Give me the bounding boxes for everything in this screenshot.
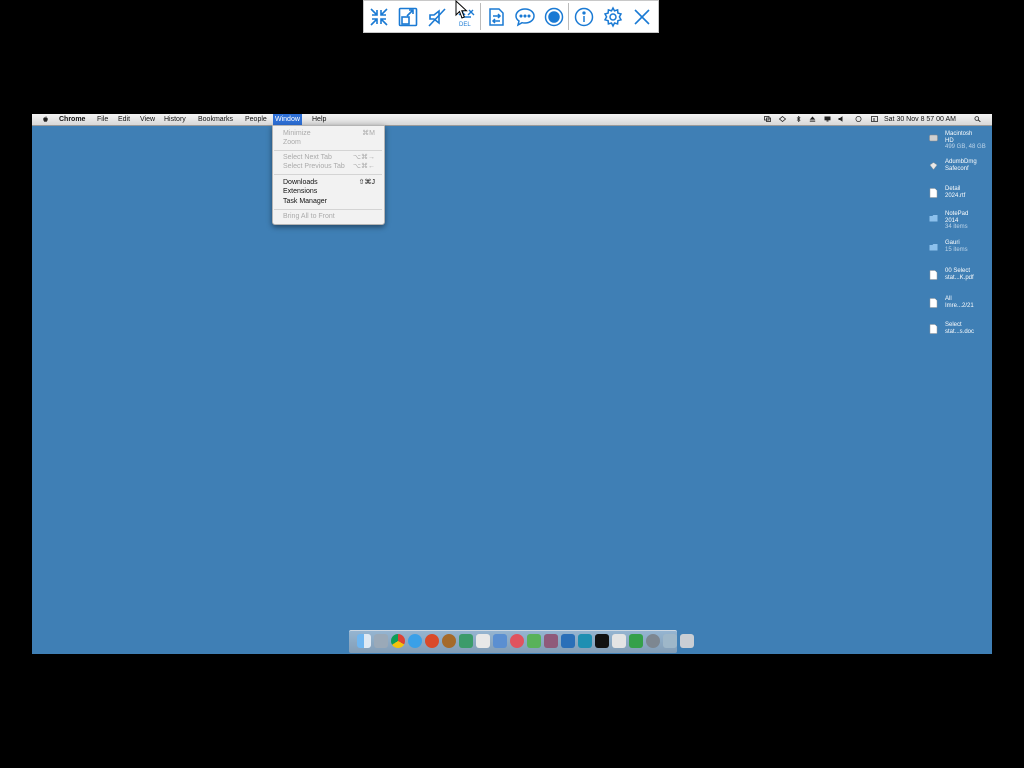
desktop-icon-adumbdmg[interactable]: AdumbDmg Safeconf	[929, 159, 989, 181]
dock-app-safari-icon[interactable]	[408, 634, 422, 648]
document-icon	[929, 188, 938, 198]
menu-item-bring-all-to-front[interactable]: Bring All to Front	[283, 212, 375, 221]
menu-item-downloads[interactable]: Downloads ⇧⌘J	[283, 178, 375, 187]
menu-item-extensions[interactable]: Extensions	[283, 187, 375, 196]
menu-separator	[274, 150, 382, 151]
mute-button[interactable]	[422, 0, 451, 33]
eject-icon[interactable]	[809, 116, 816, 122]
menu-help[interactable]: Help	[310, 114, 328, 125]
menu-history[interactable]: History	[162, 114, 188, 125]
settings-button[interactable]	[598, 0, 627, 33]
dock	[349, 630, 694, 653]
menu-item-minimize[interactable]: Minimize ⌘M	[283, 129, 375, 138]
folder-icon	[929, 244, 938, 251]
dock-app-scrubber-icon[interactable]	[442, 634, 456, 648]
menu-people[interactable]: People	[243, 114, 269, 125]
dock-app-itunes-icon[interactable]	[544, 634, 558, 648]
chat-button[interactable]	[510, 0, 539, 33]
menu-item-task-manager[interactable]: Task Manager	[283, 197, 375, 206]
screen-mirror-icon[interactable]	[764, 116, 771, 122]
menu-item-zoom[interactable]: Zoom	[283, 138, 375, 147]
dock-app-finder-icon[interactable]	[357, 634, 371, 648]
disk-image-icon	[929, 162, 938, 170]
document-icon	[929, 298, 938, 308]
dock-app-mac-app-icon[interactable]	[663, 634, 677, 648]
file-transfer-icon	[488, 7, 504, 26]
volume-icon[interactable]	[838, 116, 845, 122]
time-machine-icon[interactable]	[855, 116, 862, 122]
dock-app-text-edit-icon[interactable]	[476, 634, 490, 648]
dock-app-trash-icon[interactable]	[680, 634, 694, 648]
desktop-icon-detail-rtf[interactable]: Detail 2024.rtf	[929, 186, 989, 208]
apple-logo-icon[interactable]	[42, 116, 49, 122]
spotlight-search-icon[interactable]	[974, 116, 981, 122]
dock-app-photos-icon[interactable]	[510, 634, 524, 648]
word-document-icon	[929, 324, 938, 334]
menu-file[interactable]: File	[95, 114, 110, 125]
input-source-icon[interactable]: 8	[871, 116, 878, 122]
mouse-cursor-icon	[455, 0, 468, 19]
menu-app-chrome[interactable]: Chrome	[57, 114, 87, 125]
vpn-icon[interactable]	[779, 116, 786, 122]
desktop-icon-select-doc[interactable]: Select stat...s.doc	[929, 322, 989, 344]
desktop-icon-00-select-pdf[interactable]: 00 Select stat...K.pdf	[929, 268, 989, 290]
info-button[interactable]	[569, 0, 598, 33]
fit-screen-icon	[369, 7, 388, 26]
record-icon	[544, 7, 563, 26]
window-menu-dropdown: Minimize ⌘M Zoom Select Next Tab ⌥⌘→ Selec…	[272, 125, 385, 225]
remote-desktop[interactable]: Chrome File Edit View History Bookmarks …	[32, 114, 992, 654]
menu-view[interactable]: View	[138, 114, 157, 125]
desktop-icon-notepad-2014[interactable]: NotePad 2014 34 items	[929, 211, 989, 233]
close-button[interactable]	[627, 0, 656, 33]
hard-drive-icon	[929, 134, 938, 142]
dock-app-terminal-icon[interactable]	[595, 634, 609, 648]
dock-app-skype-icon[interactable]	[629, 634, 643, 648]
chat-icon	[514, 7, 535, 27]
dock-app-photoshop-icon[interactable]	[561, 634, 575, 648]
close-icon	[633, 8, 650, 25]
folder-icon	[929, 215, 938, 222]
desktop-icon-all-image[interactable]: All Imre...2/21	[929, 296, 989, 318]
file-transfer-button[interactable]	[481, 0, 510, 33]
svg-text:DEL: DEL	[459, 22, 471, 28]
dock-app-xcode-icon[interactable]	[578, 634, 592, 648]
menu-bar: Chrome File Edit View History Bookmarks …	[32, 114, 992, 126]
dock-app-network-icon[interactable]	[459, 634, 473, 648]
scale-icon	[398, 7, 417, 26]
menu-bookmarks[interactable]: Bookmarks	[196, 114, 235, 125]
menu-item-select-previous-tab[interactable]: Select Previous Tab ⌥⌘←	[283, 162, 375, 171]
record-button[interactable]	[539, 0, 568, 33]
desktop-icon-macintosh-hd[interactable]: Macintosh HD 499 GB, 48 GB	[929, 131, 989, 153]
menu-window[interactable]: Window	[273, 114, 302, 125]
clock[interactable]: Sat 30 Nov 8 57 00 AM	[884, 114, 956, 125]
scale-button[interactable]	[393, 0, 422, 33]
info-icon	[574, 7, 593, 26]
menu-separator	[274, 209, 382, 210]
fit-screen-button[interactable]	[364, 0, 393, 33]
menu-separator	[274, 174, 382, 175]
menu-edit[interactable]: Edit	[116, 114, 132, 125]
pdf-document-icon	[929, 270, 938, 280]
dock-app-system-prefs-icon[interactable]	[646, 634, 660, 648]
menu-item-select-next-tab[interactable]: Select Next Tab ⌥⌘→	[283, 153, 375, 162]
dock-app-preview-icon[interactable]	[374, 634, 388, 648]
desktop-icon-gauri[interactable]: Gauri 15 items	[929, 240, 989, 262]
mute-icon	[427, 7, 446, 27]
dock-app-mail-icon[interactable]	[493, 634, 507, 648]
remote-toolbar: DEL	[363, 0, 659, 33]
dock-app-maps-icon[interactable]	[527, 634, 541, 648]
bluetooth-icon[interactable]	[795, 116, 802, 122]
dock-app-messages-icon[interactable]	[612, 634, 626, 648]
display-icon[interactable]	[824, 116, 831, 122]
dock-app-firefox-icon[interactable]	[425, 634, 439, 648]
settings-icon	[603, 5, 622, 28]
dock-app-chrome-icon[interactable]	[391, 634, 405, 648]
